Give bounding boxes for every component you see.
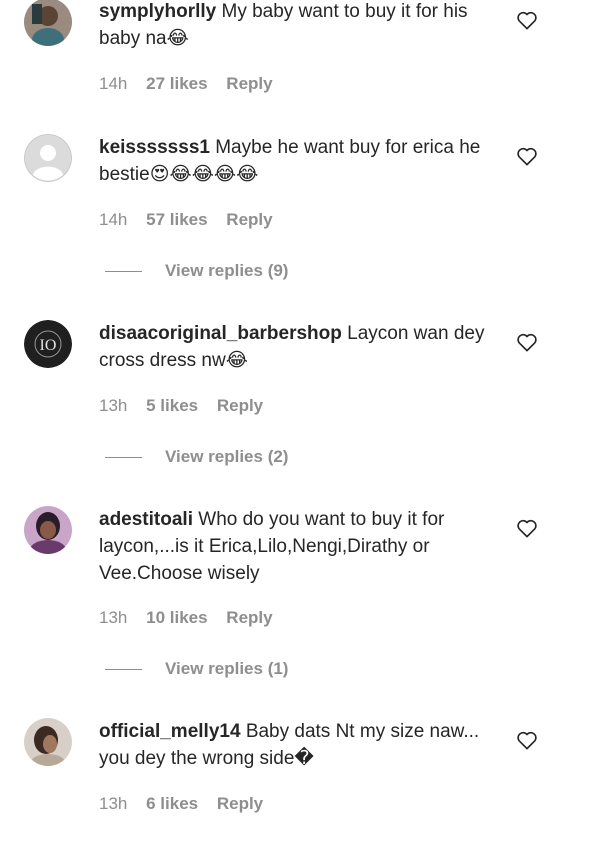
comment-meta: 13h 10 likes Reply <box>99 606 287 630</box>
reply-button[interactable]: Reply <box>217 396 263 415</box>
heart-icon[interactable] <box>516 332 540 354</box>
avatar[interactable] <box>24 718 72 766</box>
comment-time: 13h <box>99 396 128 415</box>
view-replies-label: View replies (9) <box>165 261 289 280</box>
comment-time: 14h <box>99 210 128 229</box>
replies-divider <box>105 669 142 671</box>
comment-meta: 13h 5 likes Reply <box>99 394 277 418</box>
comment-likes[interactable]: 57 likes <box>146 210 207 229</box>
comment-likes[interactable]: 10 likes <box>146 608 207 627</box>
comment-text: official_melly14 Baby dats Nt my size na… <box>99 718 494 772</box>
comment-username[interactable]: keisssssss1 <box>99 137 210 158</box>
comment-time: 14h <box>99 74 128 93</box>
avatar-photo <box>24 506 72 554</box>
replies-divider <box>105 271 142 273</box>
comment-text: adestitoali Who do you want to buy it fo… <box>99 506 494 587</box>
view-replies-label: View replies (1) <box>165 659 289 678</box>
comment-meta: 13h 6 likes Reply <box>99 792 277 816</box>
comment-text: symplyhorlly My baby want to buy it for … <box>99 0 494 52</box>
heart-icon[interactable] <box>516 10 540 32</box>
view-replies-button[interactable]: View replies (9) <box>105 259 288 283</box>
avatar[interactable] <box>24 0 72 46</box>
reply-button[interactable]: Reply <box>217 794 263 813</box>
avatar[interactable] <box>24 134 72 182</box>
comment-likes[interactable]: 6 likes <box>146 794 198 813</box>
comment-meta: 14h 57 likes Reply <box>99 208 287 232</box>
avatar-photo <box>24 718 72 766</box>
view-replies-label: View replies (2) <box>165 447 289 466</box>
heart-icon[interactable] <box>516 146 540 168</box>
view-replies-button[interactable]: View replies (1) <box>105 657 288 681</box>
view-replies-button[interactable]: View replies (2) <box>105 445 288 469</box>
reply-button[interactable]: Reply <box>226 210 272 229</box>
replies-divider <box>105 457 142 459</box>
reply-button[interactable]: Reply <box>226 608 272 627</box>
default-avatar-icon <box>24 134 72 182</box>
comment-time: 13h <box>99 794 128 813</box>
avatar[interactable]: IO <box>24 320 72 368</box>
avatar-logo-text: IO <box>40 337 57 354</box>
avatar-photo <box>24 0 72 46</box>
comment-text: disaacoriginal_barbershop Laycon wan dey… <box>99 320 494 374</box>
logo-avatar: IO <box>24 320 72 368</box>
avatar[interactable] <box>24 506 72 554</box>
comment-text: keisssssss1 Maybe he want buy for erica … <box>99 134 494 188</box>
comment-likes[interactable]: 5 likes <box>146 396 198 415</box>
comment-time: 13h <box>99 608 128 627</box>
reply-button[interactable]: Reply <box>226 74 272 93</box>
comment-username[interactable]: adestitoali <box>99 509 193 530</box>
comment-username[interactable]: disaacoriginal_barbershop <box>99 323 342 344</box>
heart-icon[interactable] <box>516 730 540 752</box>
heart-icon[interactable] <box>516 518 540 540</box>
comment-username[interactable]: symplyhorlly <box>99 1 216 22</box>
comment-likes[interactable]: 27 likes <box>146 74 207 93</box>
comment-meta: 14h 27 likes Reply <box>99 72 287 96</box>
comment-username[interactable]: official_melly14 <box>99 721 241 742</box>
